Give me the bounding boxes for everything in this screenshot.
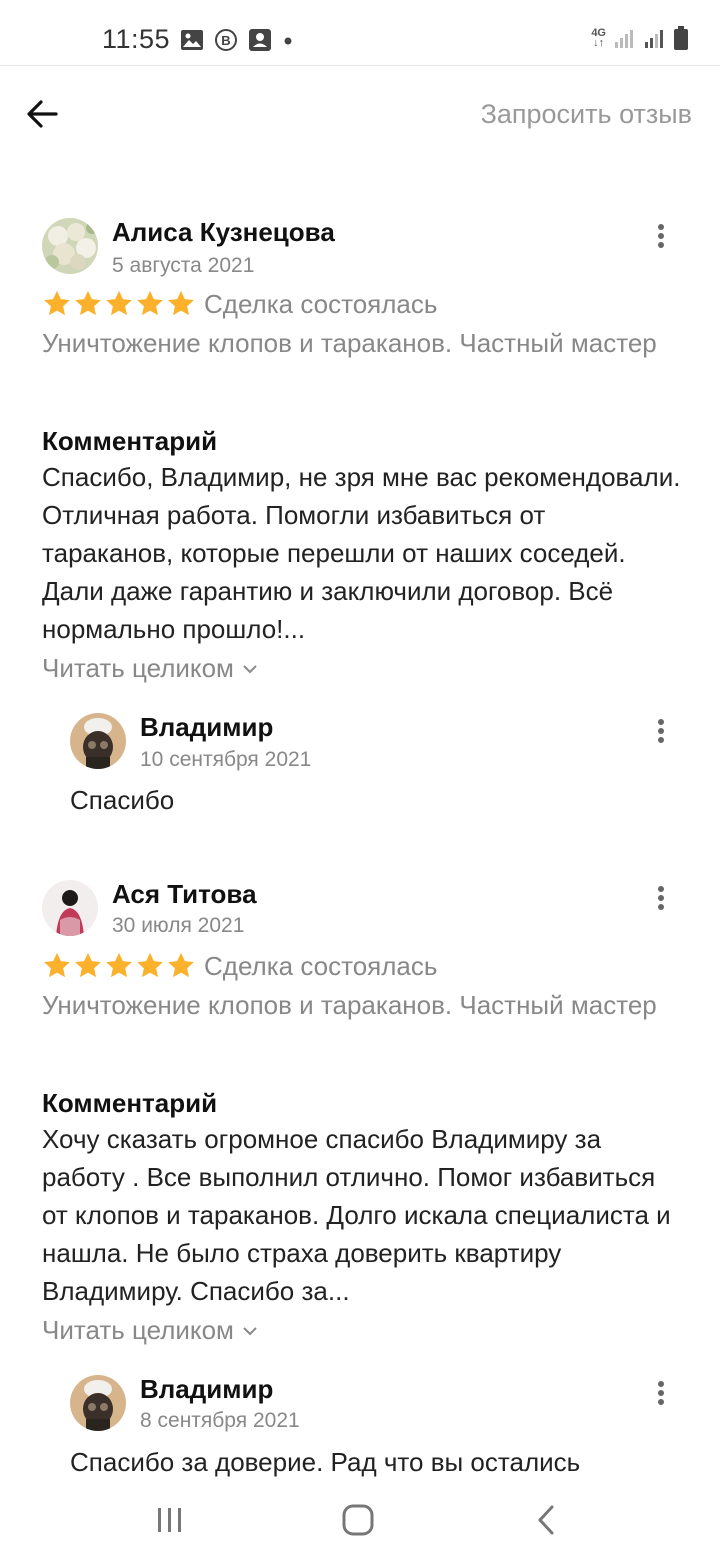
home-button[interactable] — [336, 1500, 380, 1540]
back-icon — [538, 1505, 554, 1535]
author-name: Алиса Кузнецова — [112, 217, 335, 247]
review-card: Алиса Кузнецова 5 августа 2021 Сделка со… — [0, 200, 720, 840]
comment-text: Хочу сказать огромное спасибо Владимиру … — [42, 1124, 671, 1306]
read-more-label: Читать целиком — [42, 1315, 234, 1345]
recents-button[interactable] — [148, 1500, 192, 1540]
comment-title: Комментарий — [42, 426, 218, 456]
read-more-label: Читать целиком — [42, 653, 234, 683]
signal-icon — [615, 30, 633, 48]
comment-title: Комментарий — [42, 1088, 218, 1118]
star-icon — [44, 952, 70, 978]
network-type: 4G ↓↑ — [591, 27, 606, 49]
avatar[interactable] — [70, 1375, 126, 1431]
app-bar: Запросить отзыв — [0, 66, 720, 164]
comment-text: Спасибо, Владимир, не зря мне вас рекоме… — [42, 462, 681, 644]
gallery-icon — [181, 30, 203, 50]
reply-text: Спасибо за доверие. Рад что вы остались — [70, 1447, 581, 1477]
system-nav-bar — [0, 1480, 720, 1560]
avatar[interactable] — [70, 713, 126, 769]
service-name: Уничтожение клопов и тараканов. Частный … — [42, 328, 657, 358]
star-icon — [44, 290, 70, 316]
deal-status: Сделка состоялась — [204, 289, 438, 319]
star-icon — [75, 952, 101, 978]
star-icon — [137, 290, 163, 316]
more-options-button[interactable] — [649, 878, 673, 918]
star-icon — [168, 290, 194, 316]
contact-icon — [249, 29, 271, 51]
author-name: Ася Титова — [112, 879, 257, 909]
review-date: 30 июля 2021 — [112, 914, 245, 937]
chevron-down-icon — [243, 1326, 257, 1335]
arrow-left-icon — [27, 100, 58, 128]
star-icon — [75, 290, 101, 316]
star-icon — [137, 952, 163, 978]
service-name: Уничтожение клопов и тараканов. Частный … — [42, 990, 657, 1020]
star-icon — [106, 290, 132, 316]
read-more-link[interactable]: Читать целиком — [42, 1315, 258, 1346]
chevron-down-icon — [243, 664, 257, 673]
more-options-button[interactable] — [649, 1373, 673, 1413]
back-button[interactable] — [24, 96, 60, 132]
notification-icons: B — [180, 28, 294, 52]
more-options-button[interactable] — [649, 216, 673, 256]
nav-back-button[interactable] — [524, 1500, 568, 1540]
request-review-button[interactable]: Запросить отзыв — [481, 99, 692, 130]
avatar[interactable] — [42, 880, 98, 936]
review-card: Ася Титова 30 июля 2021 Сделка состоялас… — [0, 862, 720, 1502]
recents-icon — [158, 1508, 181, 1532]
reply-date: 8 сентября 2021 — [140, 1409, 300, 1432]
reply-date: 10 сентября 2021 — [140, 748, 312, 771]
rating-stars — [42, 951, 196, 981]
read-more-link[interactable]: Читать целиком — [42, 653, 258, 684]
dot-icon — [284, 37, 292, 45]
signal-icon — [645, 30, 663, 48]
home-icon — [342, 1504, 374, 1536]
reply-author-name: Владимир — [140, 712, 274, 742]
review-date: 5 августа 2021 — [112, 254, 255, 277]
system-status-icons: 4G ↓↑ — [591, 26, 688, 50]
star-icon — [106, 952, 132, 978]
star-icon — [168, 952, 194, 978]
reply-author-name: Владимир — [140, 1374, 274, 1404]
svg-text:B: B — [221, 33, 230, 48]
rating-stars — [42, 289, 196, 319]
status-bar: 11:55 B 4G ↓↑ — [0, 0, 720, 66]
b-badge-icon: B — [215, 29, 237, 51]
status-time: 11:55 — [102, 24, 171, 54]
more-options-button[interactable] — [649, 711, 673, 751]
reply-text: Спасибо — [70, 785, 175, 815]
deal-status: Сделка состоялась — [204, 951, 438, 981]
avatar[interactable] — [42, 218, 98, 274]
battery-icon — [674, 26, 688, 50]
